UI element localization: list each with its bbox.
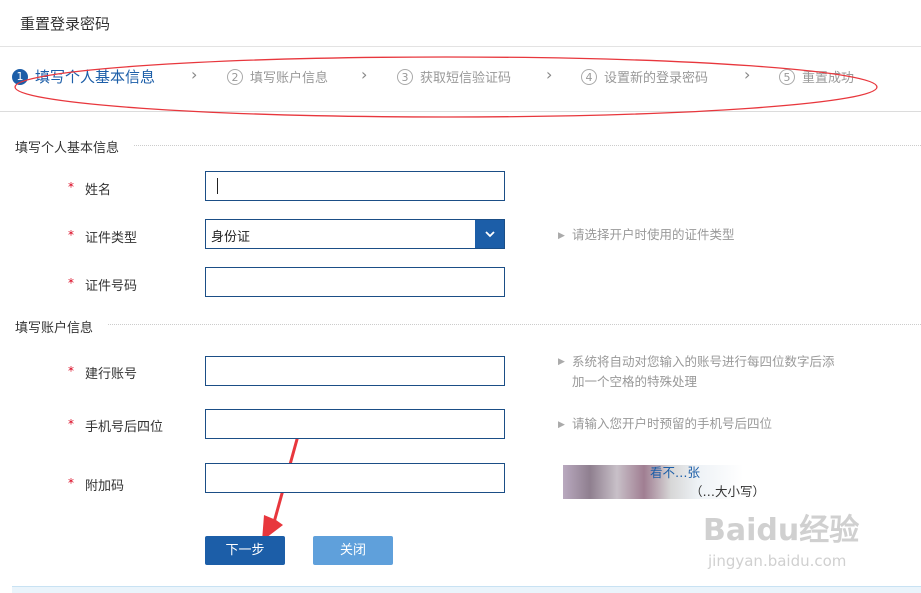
section-title-account: 填写账户信息	[15, 321, 94, 336]
text-cursor	[217, 178, 218, 194]
required-mark: *	[68, 364, 74, 378]
account-hint-line1: 系统将自动对您输入的账号进行每四位数字后添	[572, 354, 835, 369]
required-mark: *	[68, 228, 74, 242]
id-type-hint: 请选择开户时使用的证件类型	[572, 227, 735, 242]
captcha-label: 附加码	[85, 479, 125, 494]
account-label: 建行账号	[85, 367, 138, 382]
chevron-down-icon[interactable]	[475, 220, 504, 248]
hint-arrow-icon: ▶	[558, 231, 565, 241]
account-hint-line2: 加一个空格的特殊处理	[572, 374, 698, 389]
phone-label: 手机号后四位	[85, 420, 164, 435]
refresh-captcha-link[interactable]: 看不…张	[650, 463, 700, 483]
required-mark: *	[68, 180, 74, 194]
hint-arrow-icon: ▶	[558, 420, 565, 430]
watermark-brand: Baidu经验	[703, 513, 860, 548]
id-type-label: 证件类型	[85, 231, 138, 246]
id-type-select[interactable]: 身份证	[205, 219, 505, 249]
hint-arrow-icon: ▶	[558, 357, 565, 367]
id-type-value: 身份证	[211, 230, 251, 245]
required-mark: *	[68, 276, 74, 290]
required-mark: *	[68, 476, 74, 490]
id-number-input[interactable]	[205, 267, 505, 297]
id-number-label: 证件号码	[85, 279, 138, 294]
watermark-url: jingyan.baidu.com	[708, 552, 847, 570]
annotation-ellipse	[14, 56, 878, 118]
phone-last4-input[interactable]	[205, 409, 505, 439]
phone-hint: 请输入您开户时预留的手机号后四位	[572, 416, 773, 431]
section-divider	[134, 145, 921, 146]
required-mark: *	[68, 417, 74, 431]
name-input[interactable]	[205, 171, 505, 201]
account-input[interactable]	[205, 356, 505, 386]
next-button[interactable]: 下一步	[205, 536, 285, 565]
name-label: 姓名	[85, 183, 112, 198]
close-button[interactable]: 关闭	[313, 536, 393, 565]
section-divider	[108, 324, 921, 325]
section-title-personal: 填写个人基本信息	[15, 141, 120, 156]
captcha-case-note: （…大小写）	[690, 484, 766, 499]
captcha-input[interactable]	[205, 463, 505, 493]
